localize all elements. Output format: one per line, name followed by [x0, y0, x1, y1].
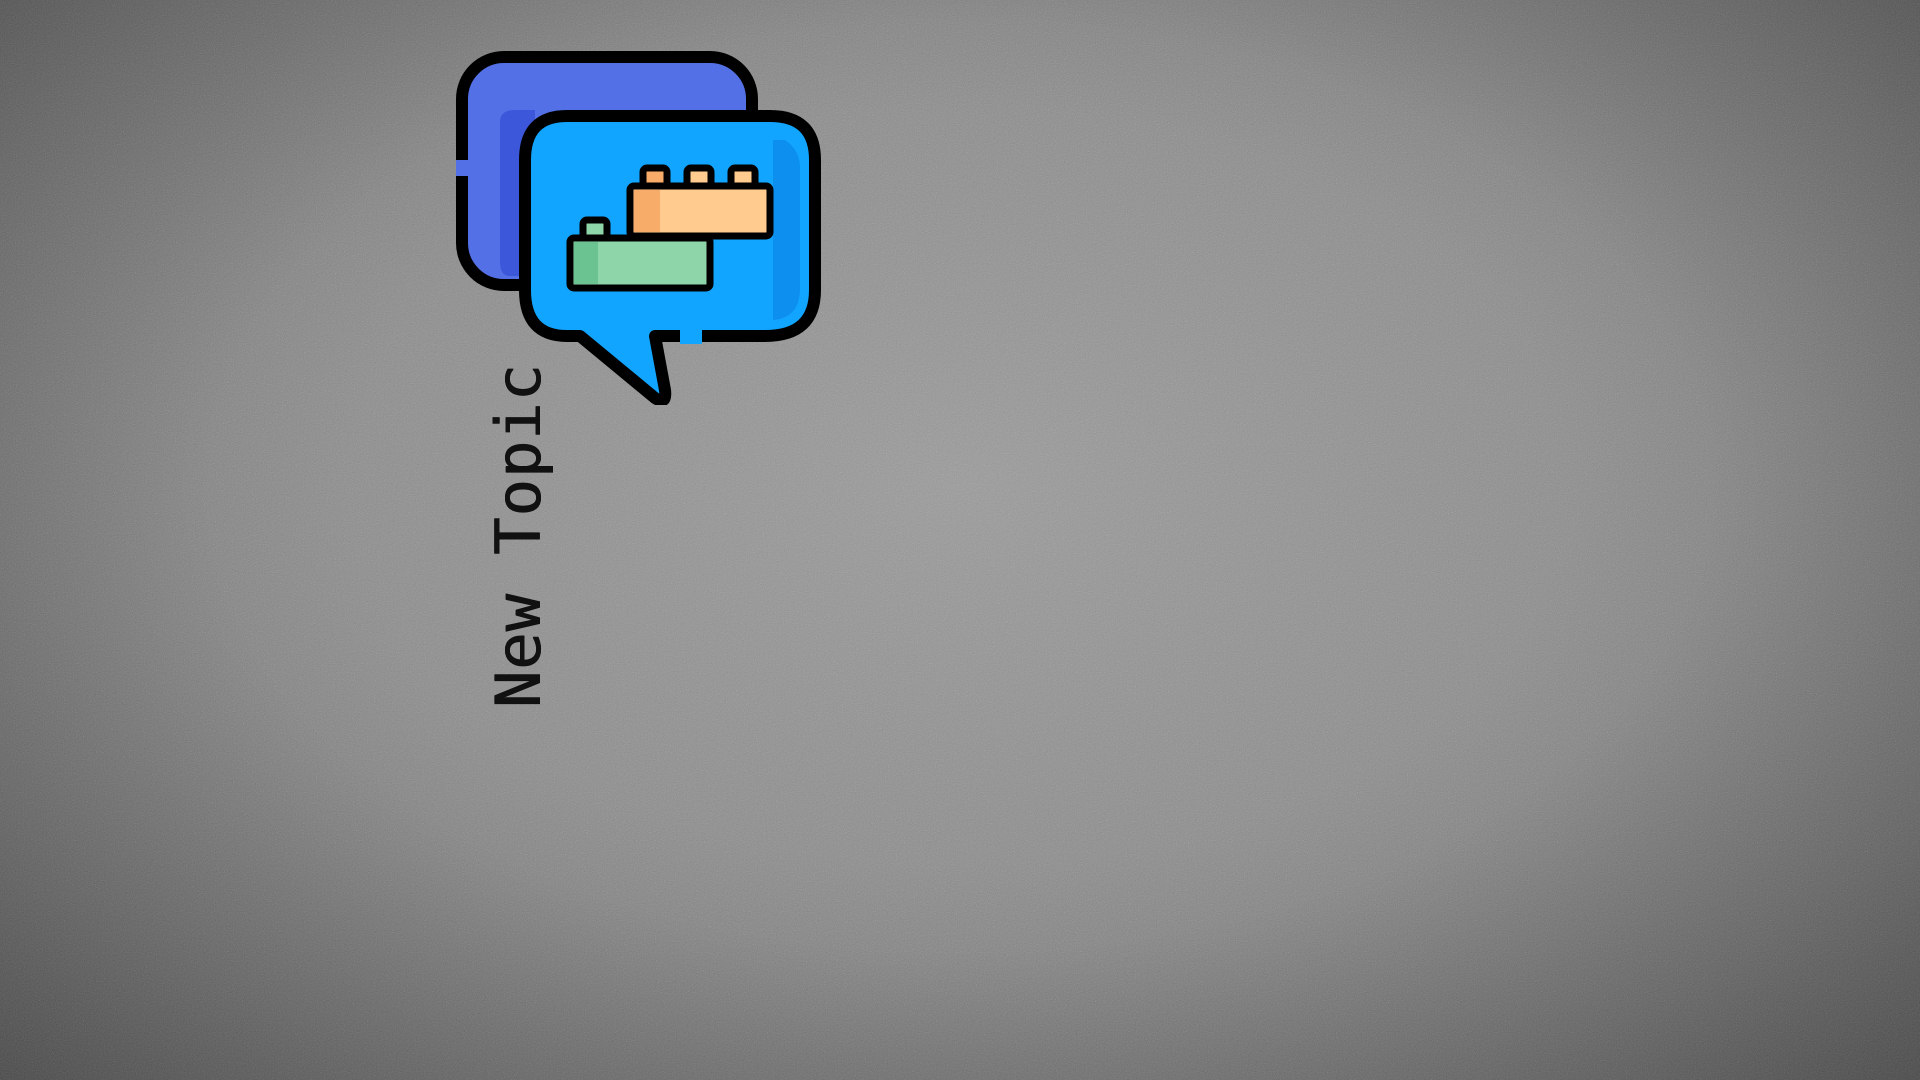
topic-label: New Topic — [482, 363, 555, 708]
orange-block — [626, 164, 774, 240]
background-vignette — [0, 0, 1920, 1080]
slide-canvas: { "topic": { "label": "New Topic" }, "ic… — [0, 0, 1920, 1080]
background-noise — [0, 0, 1920, 1080]
